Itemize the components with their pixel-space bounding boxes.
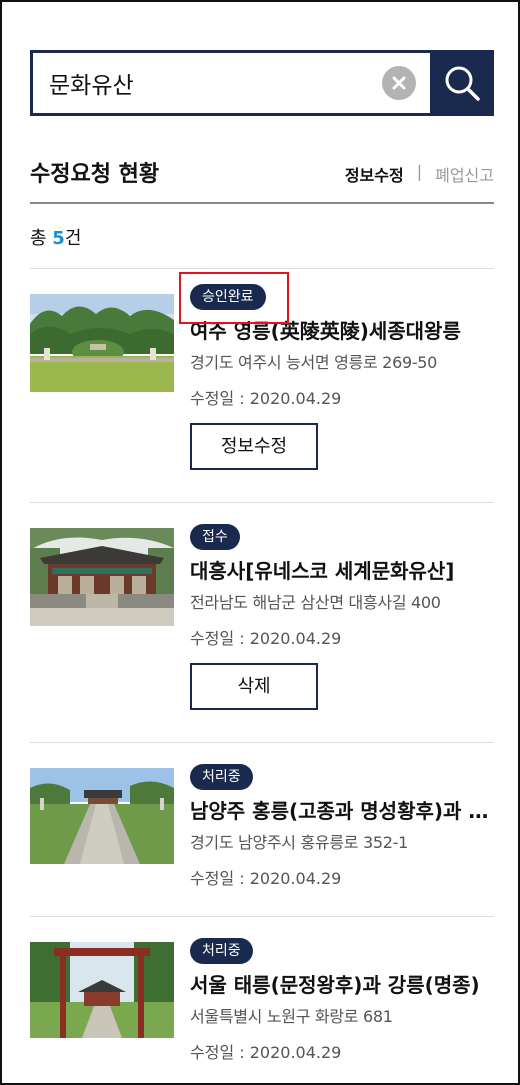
item-title[interactable]: 남양주 홍릉(고종과 명성황후)과 유릉 <box>190 795 496 824</box>
status-badge: 처리중 <box>190 764 253 790</box>
tab-separator: | <box>416 162 423 181</box>
delete-button[interactable]: 삭제 <box>190 663 318 710</box>
divider <box>30 502 494 503</box>
item-date: 수정일 : 2020.04.29 <box>190 389 342 408</box>
thumbnail-image <box>30 768 174 864</box>
item-title[interactable]: 대흥사[유네스코 세계문화유산] <box>190 555 496 584</box>
divider <box>30 916 494 917</box>
thumbnail-image <box>30 942 174 1038</box>
item-info: 접수 대흥사[유네스코 세계문화유산] 전라남도 해남군 삼산면 대흥사길 40… <box>190 524 496 710</box>
item-date: 수정일 : 2020.04.29 <box>190 869 342 888</box>
clear-icon[interactable] <box>382 66 416 100</box>
divider <box>30 268 494 269</box>
thumbnail-image <box>30 528 174 626</box>
item-address: 경기도 여주시 능서면 영릉로 269-50 <box>190 353 438 372</box>
item-date: 수정일 : 2020.04.29 <box>190 1043 342 1062</box>
item-address: 전라남도 해남군 삼산면 대흥사길 400 <box>190 593 441 612</box>
search-icon <box>445 66 480 101</box>
item-address: 서울특별시 노원구 화랑로 681 <box>190 1007 393 1026</box>
count-suffix: 건 <box>64 228 82 249</box>
count-number: 5 <box>52 228 65 249</box>
item-title[interactable]: 서울 태릉(문정왕후)과 강릉(명종) <box>190 969 496 998</box>
item-address: 경기도 남양주시 홍유릉로 352-1 <box>190 833 408 852</box>
thumbnail-image <box>30 294 174 392</box>
search-bar <box>30 50 494 116</box>
status-badge: 접수 <box>190 524 240 550</box>
section-header: 수정요청 현황 정보수정 | 폐업신고 <box>30 156 494 204</box>
item-info: 처리중 서울 태릉(문정왕후)과 강릉(명종) 서울특별시 노원구 화랑로 68… <box>190 938 496 1063</box>
divider <box>30 742 494 743</box>
search-button[interactable] <box>430 50 494 116</box>
tab-info-edit[interactable]: 정보수정 <box>345 162 404 186</box>
result-count: 총 5건 <box>30 224 81 250</box>
tab-bar: 정보수정 | 폐업신고 <box>345 156 494 202</box>
item-date: 수정일 : 2020.04.29 <box>190 629 342 648</box>
app-screen: 수정요청 현황 정보수정 | 폐업신고 총 5건 <box>0 0 520 1085</box>
item-info: 처리중 남양주 홍릉(고종과 명성황후)과 유릉 경기도 남양주시 홍유릉로 3… <box>190 764 496 889</box>
status-badge: 처리중 <box>190 938 253 964</box>
page-title: 수정요청 현황 <box>30 162 160 187</box>
edit-info-button[interactable]: 정보수정 <box>190 423 318 470</box>
search-field-wrapper <box>30 50 430 116</box>
count-prefix: 총 <box>30 228 53 249</box>
highlight-box <box>179 272 289 324</box>
item-info: 승인완료 여주 영릉(英陵英陵)세종대왕릉 경기도 여주시 능서면 영릉로 26… <box>179 272 496 470</box>
tab-closure-report[interactable]: 폐업신고 <box>435 162 494 186</box>
search-input[interactable] <box>49 70 382 96</box>
